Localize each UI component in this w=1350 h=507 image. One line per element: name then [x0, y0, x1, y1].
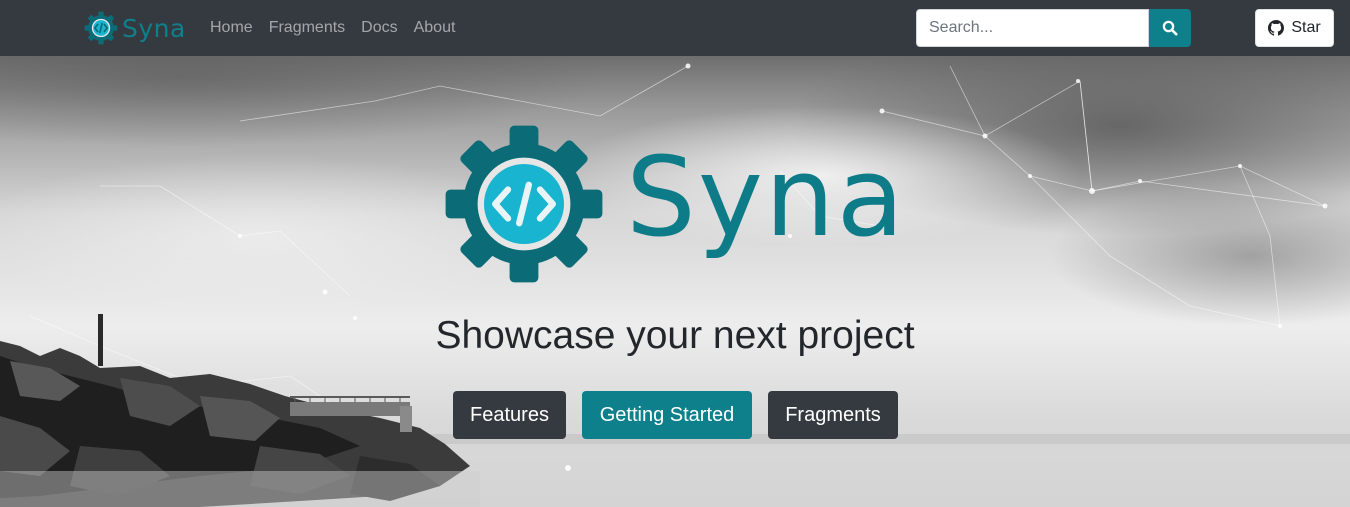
hero-buttons: Features Getting Started Fragments: [0, 391, 1350, 439]
search-icon: [1162, 20, 1178, 36]
github-star-button[interactable]: Star: [1255, 9, 1334, 47]
nav-links: Home Fragments Docs About: [202, 0, 463, 56]
nav-link-home[interactable]: Home: [202, 19, 261, 37]
search-button[interactable]: [1149, 9, 1191, 47]
hero-title: Syna: [626, 133, 907, 261]
search-input[interactable]: [916, 9, 1149, 47]
hero-background-image: [0, 56, 1350, 507]
hero-tagline: Showcase your next project: [435, 314, 915, 357]
star-label: Star: [1291, 19, 1321, 36]
nav-link-fragments[interactable]: Fragments: [261, 19, 353, 37]
nav-link-docs[interactable]: Docs: [353, 19, 405, 37]
fragments-button[interactable]: Fragments: [768, 391, 898, 439]
syna-hero-logo-icon: [445, 125, 603, 283]
brand-name: Syna: [122, 13, 186, 43]
syna-logo-icon: [84, 11, 118, 45]
brand-link[interactable]: Syna: [84, 10, 186, 46]
getting-started-button[interactable]: Getting Started: [582, 391, 752, 439]
nav-link-about[interactable]: About: [406, 19, 464, 37]
features-button[interactable]: Features: [453, 391, 566, 439]
hero-section: Syna Showcase your next project Features…: [0, 56, 1350, 507]
github-icon: [1268, 20, 1285, 36]
navbar: Syna Home Fragments Docs About Star: [0, 0, 1350, 56]
search-form: [916, 9, 1191, 47]
